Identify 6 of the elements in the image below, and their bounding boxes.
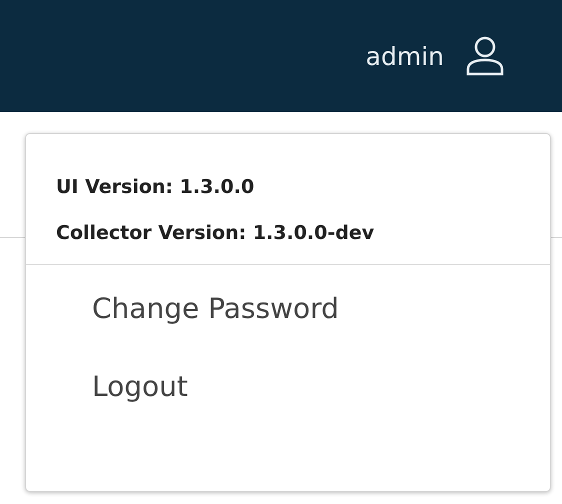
menu-item[interactable]: Change Password: [26, 287, 550, 331]
menu-item[interactable]: Logout: [26, 365, 550, 409]
user-icon[interactable]: [466, 36, 504, 76]
username[interactable]: admin: [366, 42, 444, 70]
version-text: UI Version: 1.3.0.0: [56, 175, 256, 200]
version-text: Collector Version: 1.3.0.0-dev: [56, 221, 376, 246]
